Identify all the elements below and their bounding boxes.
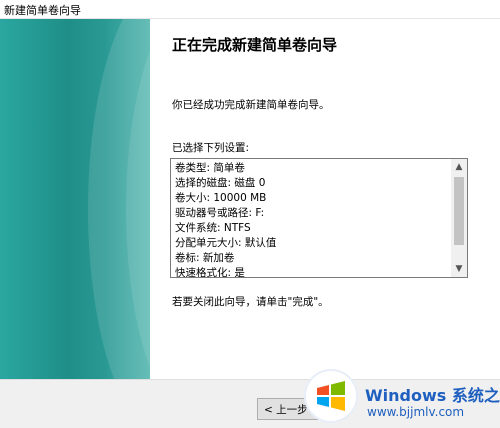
list-item: 分配单元大小: 默认值 — [175, 237, 277, 249]
wizard-banner — [0, 19, 150, 379]
list-item: 快速格式化: 是 — [175, 267, 245, 278]
list-item: 卷类型: 简单卷 — [175, 162, 245, 174]
windows-logo-icon — [304, 369, 358, 423]
settings-listbox[interactable]: 卷类型: 简单卷 选择的磁盘: 磁盘 0 卷大小: 10000 MB 驱动器号或… — [170, 158, 468, 278]
list-item: 文件系统: NTFS — [175, 222, 251, 234]
list-item: 选择的磁盘: 磁盘 0 — [175, 177, 266, 189]
list-item: 卷大小: 10000 MB — [175, 192, 267, 204]
title-bar: 新建简单卷向导 — [0, 0, 500, 19]
list-item: 卷标: 新加卷 — [175, 252, 235, 264]
wizard-content: 正在完成新建简单卷向导 你已经成功完成新建简单卷向导。 已选择下列设置: 卷类型… — [150, 19, 500, 379]
window-title: 新建简单卷向导 — [4, 4, 81, 17]
watermark-brand: Windows 系统之家 — [365, 382, 500, 406]
scroll-thumb[interactable] — [454, 177, 464, 245]
scroll-down-icon[interactable]: ▼ — [451, 261, 467, 277]
settings-label: 已选择下列设置: — [172, 142, 250, 154]
watermark: Windows 系统之家 www.bjjmlv.com — [303, 366, 500, 426]
outro-text: 若要关闭此向导，请单击"完成"。 — [172, 296, 329, 308]
scroll-up-icon[interactable]: ▲ — [451, 159, 467, 175]
watermark-brand-suffix: 系统之家 — [451, 386, 500, 405]
intro-text: 你已经成功完成新建简单卷向导。 — [172, 99, 330, 111]
wizard-window: 新建简单卷向导 正在完成新建简单卷向导 你已经成功完成新建简单卷向导。 已选择下… — [0, 0, 500, 428]
settings-list: 卷类型: 简单卷 选择的磁盘: 磁盘 0 卷大小: 10000 MB 驱动器号或… — [175, 161, 449, 278]
list-item: 驱动器号或路径: F: — [175, 207, 265, 219]
page-title: 正在完成新建简单卷向导 — [172, 36, 338, 54]
watermark-brand-name: Windows — [365, 386, 447, 405]
watermark-url: www.bjjmlv.com — [367, 405, 465, 419]
vertical-scrollbar[interactable]: ▲ ▼ — [451, 159, 467, 277]
